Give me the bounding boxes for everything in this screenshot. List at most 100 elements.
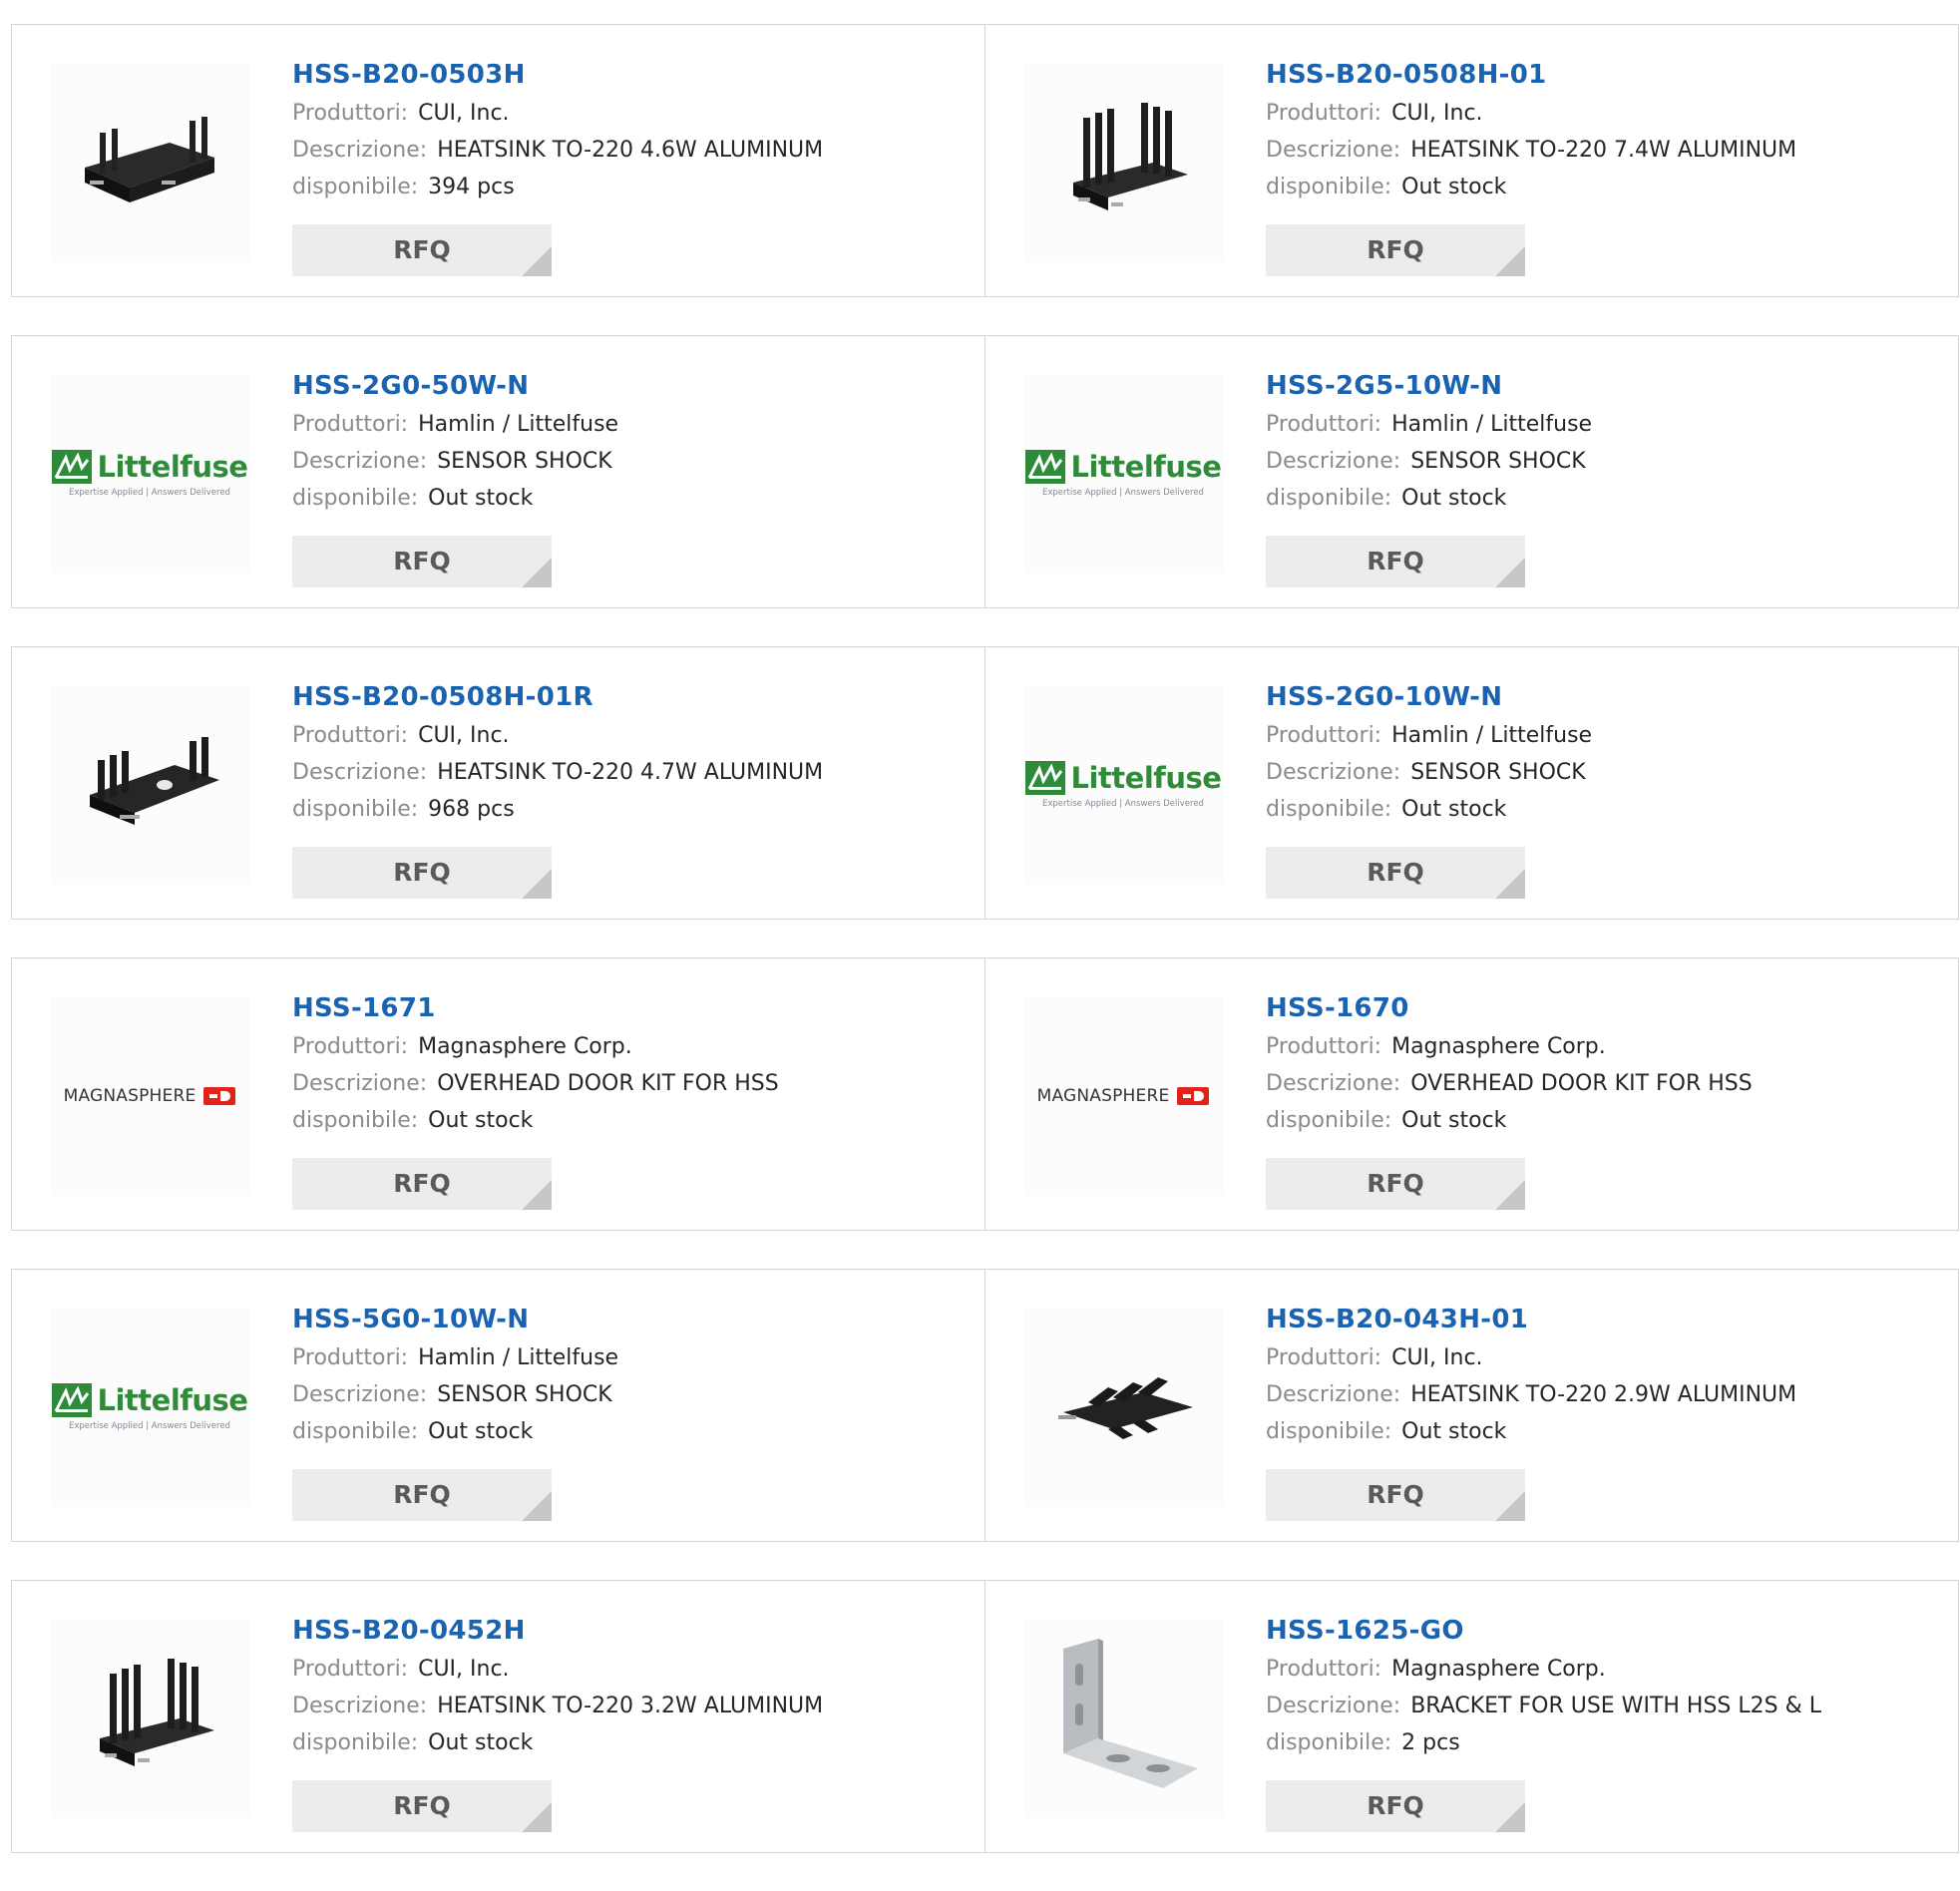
part-number-link[interactable]: HSS-B20-0452H — [292, 1611, 823, 1651]
description-label: Descrizione: — [1266, 449, 1401, 474]
corner-triangle-icon — [522, 1491, 552, 1521]
corner-triangle-icon — [522, 558, 552, 587]
corner-triangle-icon — [1495, 1491, 1525, 1521]
rfq-button[interactable]: RFQ — [1266, 536, 1525, 587]
rfq-button[interactable]: RFQ — [292, 1780, 552, 1832]
description-value: HEATSINK TO-220 3.2W ALUMINUM — [437, 1694, 824, 1718]
rfq-label: RFQ — [1367, 1480, 1424, 1509]
manufacturer-row: Produttori: Magnasphere Corp. — [1266, 1651, 1821, 1688]
availability-row: disponibile: Out stock — [292, 1102, 779, 1139]
rfq-button[interactable]: RFQ — [1266, 1469, 1525, 1521]
availability-label: disponibile: — [292, 1419, 419, 1444]
availability-value: 968 pcs — [428, 797, 515, 822]
manufacturer-value: Hamlin / Littelfuse — [1391, 723, 1593, 748]
rfq-label: RFQ — [1367, 547, 1424, 575]
manufacturer-value: Hamlin / Littelfuse — [418, 1345, 619, 1370]
part-number-link[interactable]: HSS-B20-043H-01 — [1266, 1300, 1796, 1339]
rfq-button[interactable]: RFQ — [292, 847, 552, 899]
description-value: SENSOR SHOCK — [437, 1382, 612, 1407]
corner-triangle-icon — [1495, 558, 1525, 587]
rfq-button[interactable]: RFQ — [292, 224, 552, 276]
availability-row: disponibile: Out stock — [292, 1724, 823, 1761]
part-number-link[interactable]: HSS-B20-0508H-01 — [1266, 55, 1796, 95]
product-image[interactable]: Littelfuse Expertise Applied | Answers D… — [1023, 374, 1223, 573]
rfq-label: RFQ — [1367, 235, 1424, 264]
product-image[interactable] — [1023, 1619, 1223, 1818]
manufacturer-label: Produttori: — [1266, 101, 1382, 126]
availability-value: Out stock — [1401, 175, 1507, 199]
part-number-link[interactable]: HSS-2G0-10W-N — [1266, 677, 1592, 717]
product-image[interactable]: Littelfuse Expertise Applied | Answers D… — [1023, 685, 1223, 885]
description-value: HEATSINK TO-220 4.7W ALUMINUM — [437, 760, 824, 785]
rfq-button[interactable]: RFQ — [292, 1158, 552, 1210]
part-number-link[interactable]: HSS-B20-0503H — [292, 55, 823, 95]
product-card: Littelfuse Expertise Applied | Answers D… — [984, 335, 1959, 608]
rfq-button[interactable]: RFQ — [1266, 224, 1525, 276]
product-info: HSS-2G0-50W-N Produttori: Hamlin / Littel… — [292, 366, 618, 517]
part-number-link[interactable]: HSS-1670 — [1266, 988, 1753, 1028]
product-row: HSS-B20-0452H Produttori: CUI, Inc. Descr… — [11, 1580, 1960, 1853]
manufacturer-label: Produttori: — [292, 1657, 409, 1682]
heatsink-icon — [85, 117, 214, 202]
availability-label: disponibile: — [292, 1730, 419, 1755]
manufacturer-label: Produttori: — [1266, 1345, 1382, 1370]
description-label: Descrizione: — [292, 1071, 428, 1096]
description-label: Descrizione: — [292, 1694, 428, 1718]
heatsink-icon — [90, 737, 219, 825]
product-image[interactable] — [50, 63, 249, 262]
part-number-link[interactable]: HSS-2G5-10W-N — [1266, 366, 1592, 406]
magnasphere-wordmark: MAGNASPHERE — [1036, 1086, 1170, 1106]
product-card: Littelfuse Expertise Applied | Answers D… — [11, 335, 985, 608]
description-value: HEATSINK TO-220 4.6W ALUMINUM — [437, 138, 824, 163]
product-image[interactable] — [1023, 63, 1223, 262]
availability-label: disponibile: — [1266, 1108, 1392, 1133]
product-image[interactable] — [50, 1619, 249, 1818]
manufacturer-row: Produttori: CUI, Inc. — [292, 95, 823, 132]
product-image[interactable] — [50, 685, 249, 885]
rfq-button[interactable]: RFQ — [292, 536, 552, 587]
availability-label: disponibile: — [292, 175, 419, 199]
manufacturer-value: Hamlin / Littelfuse — [1391, 412, 1593, 437]
description-row: Descrizione: HEATSINK TO-220 7.4W ALUMINU… — [1266, 132, 1796, 169]
manufacturer-row: Produttori: CUI, Inc. — [292, 717, 823, 754]
product-image[interactable]: Littelfuse Expertise Applied | Answers D… — [50, 374, 249, 573]
part-number-link[interactable]: HSS-2G0-50W-N — [292, 366, 618, 406]
part-number-link[interactable]: HSS-1671 — [292, 988, 779, 1028]
availability-label: disponibile: — [292, 797, 419, 822]
availability-label: disponibile: — [1266, 1730, 1392, 1755]
littelfuse-wordmark: Littelfuse — [1070, 761, 1222, 795]
description-row: Descrizione: SENSOR SHOCK — [1266, 754, 1592, 791]
manufacturer-row: Produttori: CUI, Inc. — [1266, 1339, 1796, 1376]
part-number-link[interactable]: HSS-5G0-10W-N — [292, 1300, 618, 1339]
part-number-link[interactable]: HSS-1625-GO — [1266, 1611, 1821, 1651]
description-label: Descrizione: — [292, 449, 428, 474]
product-image[interactable]: MAGNASPHERE — [1023, 996, 1223, 1196]
rfq-label: RFQ — [1367, 1791, 1424, 1820]
availability-value: Out stock — [428, 1730, 534, 1755]
rfq-label: RFQ — [1367, 1169, 1424, 1198]
rfq-label: RFQ — [393, 858, 451, 887]
manufacturer-value: Magnasphere Corp. — [1391, 1657, 1606, 1682]
magnasphere-logo: MAGNASPHERE — [64, 1086, 236, 1106]
availability-label: disponibile: — [1266, 175, 1392, 199]
product-image[interactable]: Littelfuse Expertise Applied | Answers D… — [50, 1308, 249, 1507]
rfq-button[interactable]: RFQ — [1266, 1780, 1525, 1832]
description-value: OVERHEAD DOOR KIT FOR HSS — [1410, 1071, 1753, 1096]
rfq-button[interactable]: RFQ — [1266, 1158, 1525, 1210]
description-row: Descrizione: SENSOR SHOCK — [292, 1376, 618, 1413]
product-image[interactable] — [1023, 1308, 1223, 1507]
part-number-link[interactable]: HSS-B20-0508H-01R — [292, 677, 823, 717]
product-info: HSS-B20-0508H-01 Produttori: CUI, Inc. De… — [1266, 55, 1796, 205]
manufacturer-value: CUI, Inc. — [418, 723, 510, 748]
product-image[interactable]: MAGNASPHERE — [50, 996, 249, 1196]
heatsink-icon — [1073, 103, 1188, 210]
product-info: HSS-B20-0503H Produttori: CUI, Inc. Descr… — [292, 55, 823, 205]
description-label: Descrizione: — [292, 138, 428, 163]
rfq-button[interactable]: RFQ — [1266, 847, 1525, 899]
product-info: HSS-1625-GO Produttori: Magnasphere Corp.… — [1266, 1611, 1821, 1761]
corner-triangle-icon — [1495, 1802, 1525, 1832]
manufacturer-value: CUI, Inc. — [1391, 101, 1483, 126]
product-card: MAGNASPHERE HSS-1670 Produttori: Magnasph… — [984, 957, 1959, 1231]
description-row: Descrizione: HEATSINK TO-220 2.9W ALUMINU… — [1266, 1376, 1796, 1413]
rfq-button[interactable]: RFQ — [292, 1469, 552, 1521]
